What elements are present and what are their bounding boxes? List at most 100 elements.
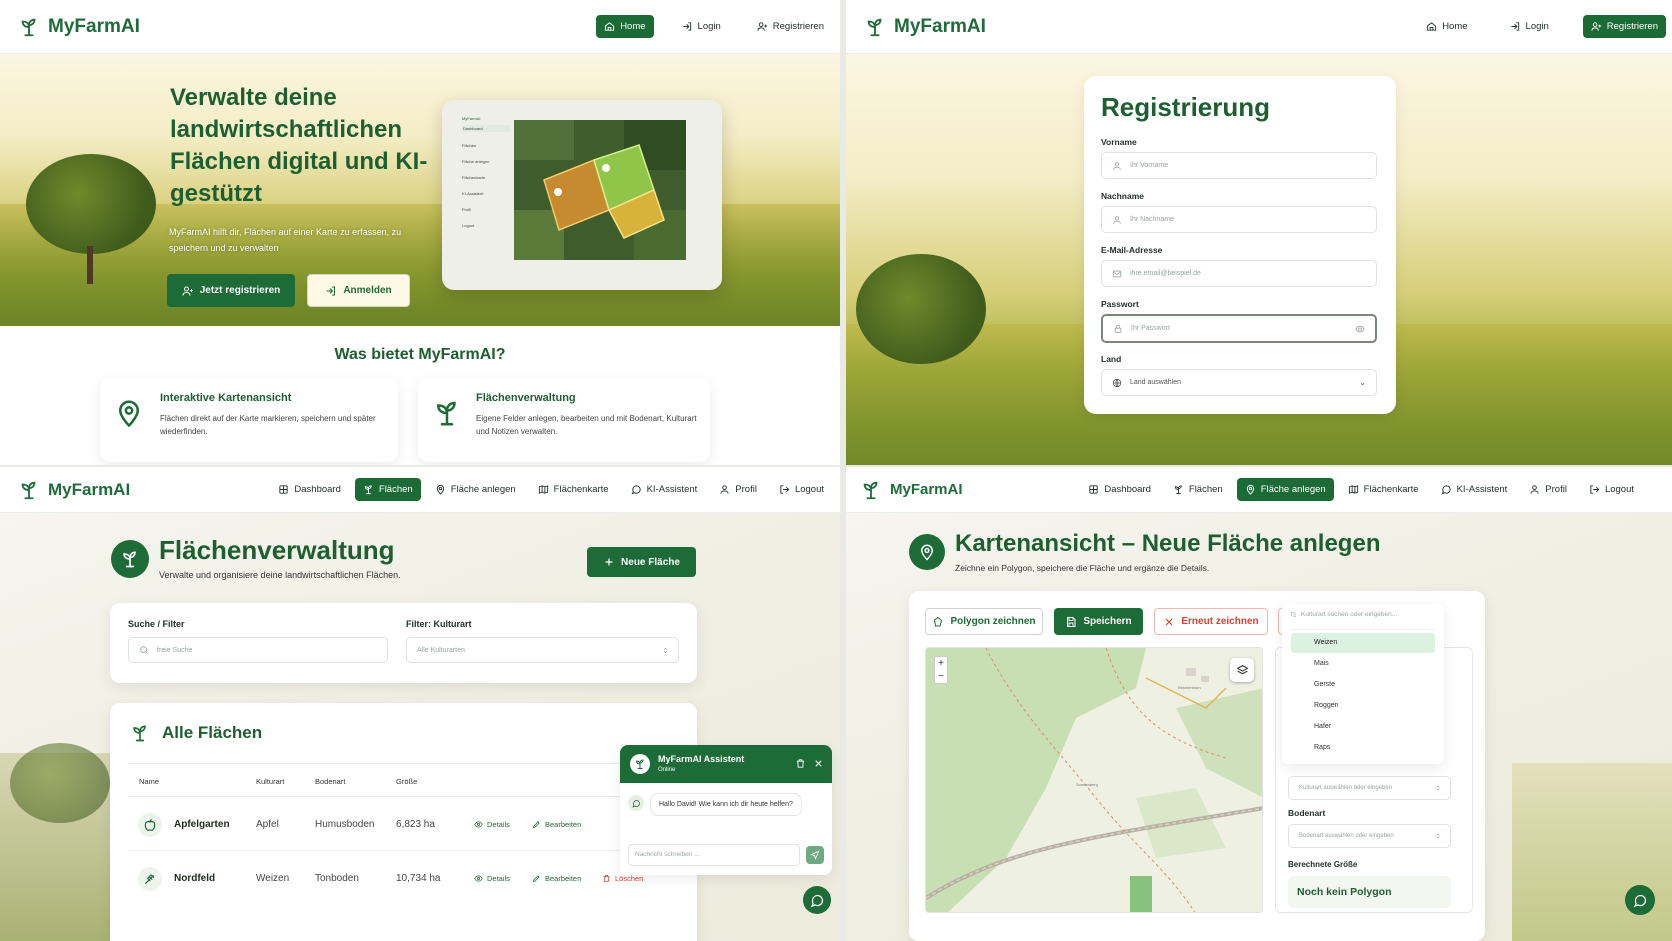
brand-logo[interactable]: MyFarmAI: [18, 479, 130, 501]
bodenart-select[interactable]: Bodenart auswählen oder eingeben: [1288, 824, 1451, 848]
kulturart-option[interactable]: Raps: [1314, 744, 1330, 751]
redraw-button[interactable]: Erneut zeichnen: [1154, 608, 1268, 635]
tablet-menu-item: MyFarmAI: [462, 116, 481, 121]
lastname-input[interactable]: Ihr Nachname: [1101, 206, 1377, 233]
chat-fab-button[interactable]: [803, 886, 831, 914]
nav-dashboard[interactable]: Dashboard: [1080, 478, 1158, 501]
nav-register[interactable]: Registrieren: [749, 15, 832, 38]
kulturart-dropdown: Kulturart suchen oder eingeben... Weizen…: [1282, 604, 1444, 764]
table-row[interactable]: Nordfeld Weizen Tonboden 10,734 ha Detai…: [128, 853, 679, 905]
draw-polygon-button[interactable]: Polygon zeichnen: [925, 608, 1043, 635]
bot-icon: [628, 795, 644, 811]
kulturart-option[interactable]: Gerste: [1314, 681, 1335, 688]
zoom-control: + −: [934, 656, 948, 684]
password-input[interactable]: Ihr Passwort: [1101, 314, 1377, 343]
country-select[interactable]: Land auswählen ⌄: [1101, 369, 1377, 396]
brand-logo[interactable]: MyFarmAI: [864, 16, 986, 38]
brand-logo[interactable]: MyFarmAI: [18, 16, 140, 38]
nav-profil[interactable]: Profil: [1521, 478, 1575, 501]
details-link[interactable]: Details: [474, 874, 510, 883]
kulturart-option[interactable]: Mais: [1314, 660, 1329, 667]
nav-flaechen[interactable]: Flächen: [354, 478, 421, 501]
kulturart-option[interactable]: Roggen: [1314, 702, 1339, 709]
chat-icon: [1633, 893, 1648, 908]
table-row[interactable]: Apfelgarten Apfel Humusboden 6,823 ha De…: [128, 799, 679, 851]
details-link[interactable]: Details: [474, 820, 510, 829]
nav-flaeche-anlegen[interactable]: Fläche anlegen: [427, 478, 524, 501]
row-name: Apfelgarten: [174, 819, 230, 830]
trash-icon[interactable]: [795, 758, 806, 769]
chat-fab-button[interactable]: [1625, 885, 1655, 915]
tablet-sidebar: MyFarmAI Dashboard Flächen Fläche anlege…: [462, 116, 510, 256]
nav-logout[interactable]: Logout: [771, 478, 832, 501]
nav-flaeche-anlegen[interactable]: Fläche anlegen: [1236, 478, 1334, 501]
nav-flaechenkarte[interactable]: Flächenkarte: [1340, 478, 1427, 501]
kulturart-search-input[interactable]: Kulturart suchen oder eingeben...: [1290, 611, 1397, 618]
apple-icon: [138, 813, 162, 837]
chat-title: MyFarmAI Assistent: [658, 754, 745, 764]
firstname-label: Vorname: [1101, 137, 1137, 147]
kulturart-option[interactable]: Hafer: [1314, 723, 1331, 730]
eye-icon[interactable]: [1355, 324, 1365, 334]
kulturart-option[interactable]: Weizen: [1291, 633, 1435, 653]
wheat-icon: [138, 867, 162, 891]
nav-ki-label: KI-Assistent: [1456, 484, 1508, 495]
feature-text: Flächen direkt auf der Karte markieren, …: [160, 414, 376, 436]
map-card: Polygon zeichnen Speichern Erneut zeichn…: [909, 591, 1485, 941]
dropdown-divider: [1290, 629, 1436, 630]
nav-dashboard-label: Dashboard: [1104, 484, 1151, 495]
nav-login[interactable]: Login: [674, 15, 729, 38]
send-button[interactable]: [806, 846, 824, 864]
features-title: Was bietet MyFarmAI?: [334, 346, 506, 363]
nav-ki-assistent[interactable]: KI-Assistent: [623, 478, 706, 501]
feature-card-map: Interaktive Kartenansicht Flächen direkt…: [100, 378, 398, 462]
nav-home[interactable]: Home: [596, 15, 654, 38]
top-navbar: MyFarmAI Home Login Registrieren: [0, 0, 840, 54]
close-icon: [1163, 616, 1175, 628]
nav-logout[interactable]: Logout: [1581, 478, 1642, 501]
page-title: Kartenansicht – Neue Fläche anlegen: [955, 530, 1381, 557]
email-input[interactable]: ihre.email@beispiel.de: [1101, 260, 1377, 287]
brand-logo[interactable]: MyFarmAI: [860, 479, 963, 501]
save-button[interactable]: Speichern: [1054, 608, 1143, 635]
nav-dashboard[interactable]: Dashboard: [270, 478, 348, 501]
layers-button[interactable]: [1230, 658, 1254, 682]
nav-ki-assistent[interactable]: KI-Assistent: [1433, 478, 1516, 501]
login-cta-button[interactable]: Anmelden: [307, 274, 410, 307]
edit-label: Bearbeiten: [545, 820, 582, 829]
nav-profil[interactable]: Profil: [711, 478, 765, 501]
nav-login[interactable]: Login: [1502, 15, 1557, 38]
delete-link[interactable]: Löschen: [602, 874, 643, 883]
nav-flaechenkarte[interactable]: Flächenkarte: [530, 478, 617, 501]
brand-name: MyFarmAI: [894, 15, 986, 37]
column-header-kulturart: Kulturart: [256, 777, 285, 786]
nav-register[interactable]: Registrieren: [1582, 15, 1666, 38]
login-icon: [682, 21, 693, 32]
firstname-input[interactable]: Ihr Vorname: [1101, 152, 1377, 179]
map-view[interactable]: + − Reichenborn Sonnenberg: [925, 647, 1263, 913]
edit-link[interactable]: Bearbeiten: [532, 874, 581, 883]
search-input[interactable]: freie Suche: [128, 637, 388, 663]
zoom-out-button[interactable]: −: [935, 670, 947, 683]
nav-home[interactable]: Home: [1418, 15, 1475, 38]
kulturart-select[interactable]: Kulturart auswählen oder eingeben: [1288, 776, 1451, 800]
kulturart-filter-select[interactable]: Alle Kulturarten: [406, 637, 679, 663]
filter-value: Alle Kulturarten: [417, 646, 465, 654]
globe-icon: [1112, 378, 1122, 388]
house-icon: [604, 21, 615, 32]
zoom-in-button[interactable]: +: [935, 657, 947, 670]
new-field-button[interactable]: Neue Fläche: [587, 547, 696, 577]
edit-link[interactable]: Bearbeiten: [532, 820, 581, 829]
save-icon: [1065, 616, 1077, 628]
chat-input[interactable]: Nachricht schreiben ...: [628, 844, 800, 866]
chat-icon: [1441, 484, 1452, 495]
tablet-satellite-map: [514, 120, 686, 260]
nav-login-label: Login: [1525, 21, 1549, 32]
filter-label: Filter: Kulturart: [406, 619, 472, 629]
list-title: Alle Flächen: [162, 723, 263, 742]
map-pin-icon: [1245, 484, 1256, 495]
nav-flaechen[interactable]: Flächen: [1165, 478, 1231, 501]
close-icon[interactable]: [813, 758, 824, 769]
tablet-menu-item: Flächenkarte: [462, 175, 486, 180]
register-now-button[interactable]: Jetzt registrieren: [167, 274, 295, 307]
